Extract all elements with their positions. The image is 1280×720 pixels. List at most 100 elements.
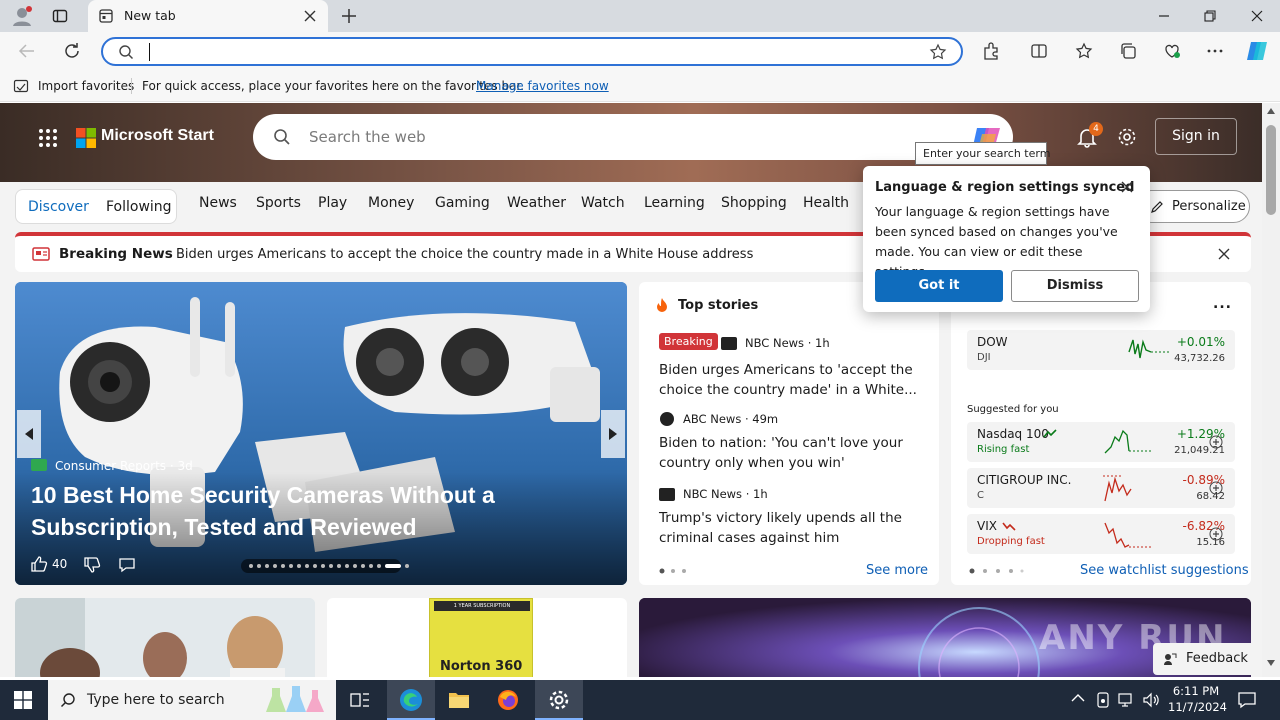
slide-dot[interactable] bbox=[345, 564, 349, 568]
comment-icon[interactable] bbox=[118, 556, 136, 574]
nav-watch[interactable]: Watch bbox=[581, 195, 625, 211]
device-icon[interactable] bbox=[1096, 692, 1110, 708]
slide-dot[interactable] bbox=[321, 564, 325, 568]
slide-dot[interactable] bbox=[289, 564, 293, 568]
web-search-input[interactable]: Search the web bbox=[309, 128, 426, 146]
brand-title[interactable]: Microsoft Start bbox=[101, 127, 214, 145]
tab-following[interactable]: Following bbox=[106, 199, 172, 215]
tab-discover[interactable]: Discover bbox=[28, 199, 89, 215]
scroll-thumb[interactable] bbox=[1266, 125, 1276, 215]
slide-dot[interactable] bbox=[257, 564, 261, 568]
new-tab-plus-icon[interactable] bbox=[340, 7, 358, 25]
taskbar-clock[interactable]: 6:11 PM 11/7/2024 bbox=[1168, 683, 1227, 715]
windows-start-icon[interactable] bbox=[14, 691, 32, 709]
carousel-dots[interactable] bbox=[969, 568, 1025, 574]
taskbar-settings-app[interactable] bbox=[535, 680, 583, 720]
close-icon[interactable] bbox=[1121, 181, 1133, 193]
manage-favorites-link[interactable]: Manage favorites now bbox=[476, 79, 609, 93]
collections-icon[interactable] bbox=[1119, 42, 1137, 60]
slide-dot[interactable] bbox=[281, 564, 285, 568]
close-window-icon[interactable] bbox=[1250, 9, 1264, 23]
firefox-icon[interactable] bbox=[497, 689, 519, 711]
feedback-button[interactable]: Feedback bbox=[1153, 643, 1251, 675]
slide-dot[interactable] bbox=[305, 564, 309, 568]
taskbar-search-input[interactable]: Type here to search bbox=[87, 692, 225, 708]
notification-center-icon[interactable] bbox=[1238, 691, 1256, 709]
add-favorite-star-icon[interactable] bbox=[929, 43, 947, 61]
story-headline[interactable]: Biden urges Americans to 'accept the cho… bbox=[659, 360, 924, 400]
favorites-icon[interactable] bbox=[1075, 42, 1093, 60]
hero-source[interactable]: Consumer Reports · 3d bbox=[55, 459, 193, 473]
slide-dot[interactable] bbox=[313, 564, 317, 568]
address-bar[interactable] bbox=[101, 37, 963, 66]
slide-dot[interactable] bbox=[385, 564, 401, 568]
stock-row-citigroup[interactable]: CITIGROUP INC. C -0.89% 68.42 bbox=[967, 468, 1235, 508]
dislike-thumb-icon[interactable] bbox=[83, 556, 101, 574]
network-icon[interactable] bbox=[1118, 692, 1136, 708]
slide-dot[interactable] bbox=[329, 564, 333, 568]
nav-money[interactable]: Money bbox=[368, 195, 414, 211]
import-favorites-icon[interactable] bbox=[13, 78, 29, 94]
taskbar-search-box[interactable]: Type here to search bbox=[48, 680, 336, 720]
story-headline[interactable]: Biden to nation: 'You can't love your co… bbox=[659, 433, 924, 473]
story-card-people-image[interactable] bbox=[15, 598, 315, 677]
slide-dot[interactable] bbox=[249, 564, 253, 568]
tab-new-tab[interactable]: New tab bbox=[88, 0, 328, 32]
add-to-watchlist-icon[interactable] bbox=[1209, 481, 1223, 495]
nav-play[interactable]: Play bbox=[318, 195, 347, 211]
profile-icon[interactable] bbox=[10, 4, 34, 28]
show-hidden-icons-chevron-icon[interactable] bbox=[1071, 693, 1085, 703]
task-view-icon[interactable] bbox=[350, 691, 370, 709]
slide-dot[interactable] bbox=[265, 564, 269, 568]
slide-dot[interactable] bbox=[337, 564, 341, 568]
slide-dot[interactable] bbox=[405, 564, 409, 568]
stock-row-nasdaq[interactable]: Nasdaq 100 Rising fast +1.29% 21,049.21 bbox=[967, 422, 1235, 462]
slide-dot[interactable] bbox=[273, 564, 277, 568]
stock-row-dow[interactable]: DOW DJI +0.01% 43,732.26 bbox=[967, 330, 1235, 370]
slide-indicator[interactable] bbox=[241, 559, 409, 573]
dismiss-button[interactable]: Dismiss bbox=[1011, 270, 1139, 302]
nav-learning[interactable]: Learning bbox=[644, 195, 705, 211]
add-to-watchlist-icon[interactable] bbox=[1209, 435, 1223, 449]
refresh-icon[interactable] bbox=[62, 41, 82, 61]
web-search-box[interactable]: Search the web bbox=[253, 114, 1013, 160]
tab-actions-icon[interactable] bbox=[48, 4, 72, 28]
see-watchlist-link[interactable]: See watchlist suggestions bbox=[1080, 563, 1249, 578]
slide-dot[interactable] bbox=[353, 564, 357, 568]
nav-news[interactable]: News bbox=[199, 195, 237, 211]
restore-window-icon[interactable] bbox=[1203, 9, 1217, 23]
story-card-tech[interactable]: ANY RUN Feedback bbox=[639, 598, 1251, 677]
page-scrollbar[interactable] bbox=[1262, 103, 1280, 677]
close-tab-icon[interactable] bbox=[303, 9, 317, 23]
volume-icon[interactable] bbox=[1143, 692, 1161, 708]
nav-gaming[interactable]: Gaming bbox=[435, 195, 490, 211]
nav-shopping[interactable]: Shopping bbox=[721, 195, 787, 211]
app-launcher-icon[interactable] bbox=[38, 128, 58, 148]
slide-dot[interactable] bbox=[361, 564, 365, 568]
close-icon[interactable] bbox=[1218, 248, 1230, 260]
like-thumb-icon[interactable] bbox=[30, 555, 48, 573]
got-it-button[interactable]: Got it bbox=[875, 270, 1003, 302]
slide-dot[interactable] bbox=[369, 564, 373, 568]
nav-health[interactable]: Health bbox=[803, 195, 849, 211]
story-card-norton[interactable]: 1 YEAR SUBSCRIPTION Norton 360 bbox=[327, 598, 627, 677]
copilot-icon[interactable] bbox=[1245, 39, 1269, 63]
scroll-up-arrow-icon[interactable] bbox=[1267, 108, 1275, 114]
hero-headline[interactable]: 10 Best Home Security Cameras Without a … bbox=[31, 479, 551, 543]
nav-weather[interactable]: Weather bbox=[507, 195, 566, 211]
carousel-dots[interactable] bbox=[659, 568, 689, 574]
back-icon[interactable] bbox=[18, 42, 36, 60]
page-settings-gear-icon[interactable] bbox=[1116, 126, 1138, 148]
add-to-watchlist-icon[interactable] bbox=[1209, 527, 1223, 541]
hero-story-card[interactable]: Consumer Reports · 3d 10 Best Home Secur… bbox=[15, 282, 627, 585]
sign-in-button[interactable]: Sign in bbox=[1155, 118, 1237, 155]
extensions-icon[interactable] bbox=[982, 42, 1000, 60]
next-slide-button[interactable] bbox=[601, 410, 625, 458]
markets-menu-button[interactable]: ... bbox=[1213, 296, 1232, 312]
import-favorites-button[interactable]: Import favorites bbox=[38, 79, 134, 93]
browser-essentials-icon[interactable] bbox=[1163, 42, 1181, 60]
previous-slide-button[interactable] bbox=[17, 410, 41, 458]
scroll-down-arrow-icon[interactable] bbox=[1267, 660, 1275, 666]
personalize-button[interactable]: Personalize bbox=[1135, 190, 1250, 223]
slide-dot[interactable] bbox=[297, 564, 301, 568]
